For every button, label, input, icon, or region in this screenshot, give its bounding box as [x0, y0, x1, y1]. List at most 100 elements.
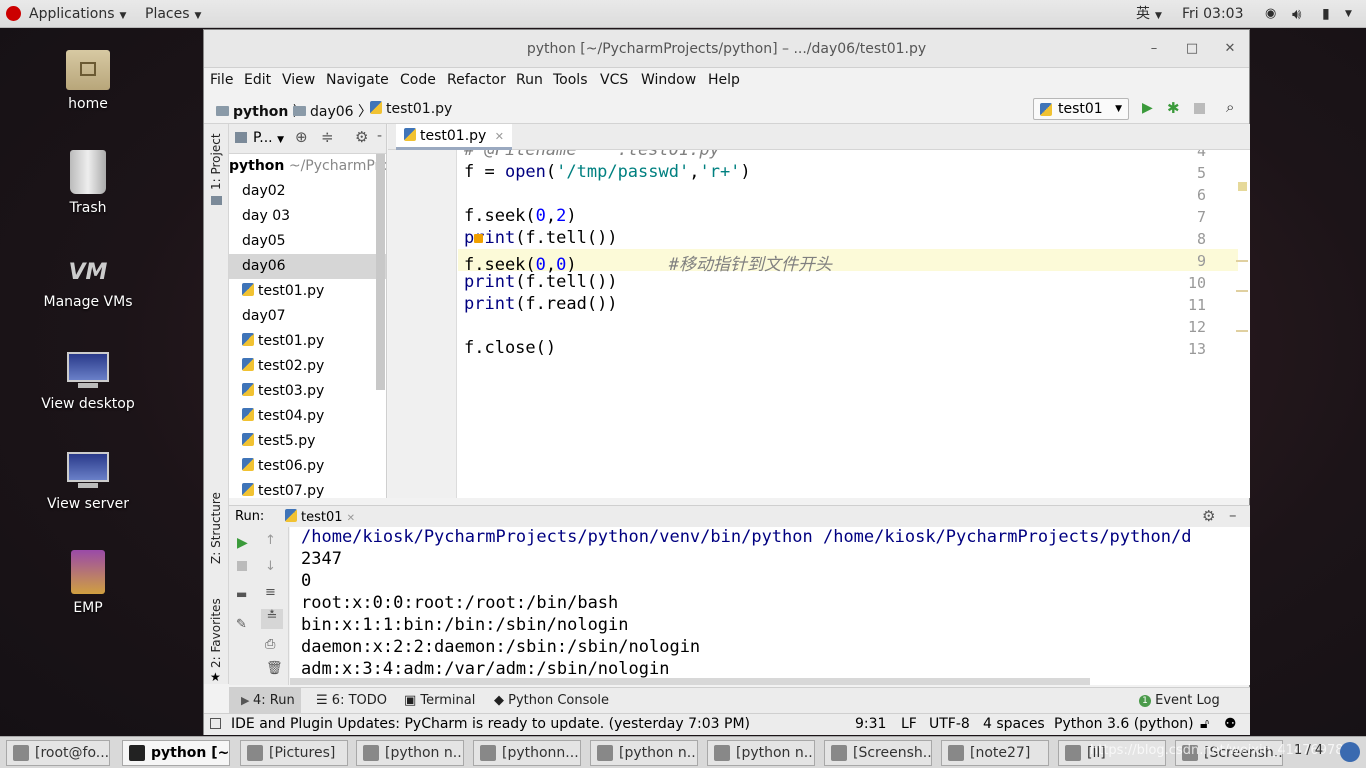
breadcrumb-day06[interactable]: day06 〉: [293, 101, 372, 121]
collapse-all-icon[interactable]: ≑: [321, 128, 334, 146]
gear-icon[interactable]: ⚙: [1202, 507, 1215, 525]
workspace-indicator[interactable]: 1 / 4: [1294, 743, 1323, 758]
taskbar-item[interactable]: [note27]: [941, 740, 1049, 766]
tool-tab-terminal[interactable]: ▣ Terminal: [404, 693, 475, 708]
desktop-icon-view-server[interactable]: View server: [0, 452, 176, 512]
tree-file[interactable]: test06.py: [242, 454, 324, 479]
code-editor[interactable]: 4 5 6 7 8 9 10 11 12 13 # @Filename :tes…: [388, 150, 1250, 498]
tree-root[interactable]: python ~/PycharmProjec: [229, 154, 386, 179]
battery-icon[interactable]: ▮: [1322, 0, 1330, 28]
editor-tab-active[interactable]: test01.py ✕: [396, 124, 512, 150]
lock-icon[interactable]: 🔓︎: [1200, 716, 1209, 732]
line-separator[interactable]: LF: [901, 716, 917, 732]
taskbar-item[interactable]: [pythonn...: [473, 740, 581, 766]
pin-icon[interactable]: ✎: [236, 617, 247, 632]
tree-folder[interactable]: day02: [229, 179, 386, 204]
project-scrollbar[interactable]: [376, 154, 385, 390]
tool-tab-structure[interactable]: Z: Structure: [209, 492, 223, 564]
console-scrollbar[interactable]: [290, 678, 1090, 685]
window-titlebar[interactable]: python [~/PycharmProjects/python] – .../…: [204, 30, 1249, 68]
project-view-select[interactable]: P... ▼: [253, 130, 284, 146]
hide-panel-icon[interactable]: –: [1229, 506, 1237, 524]
taskbar-item[interactable]: [Screensh...: [824, 740, 932, 766]
tree-file[interactable]: test5.py: [242, 429, 315, 454]
tool-tab-todo[interactable]: ☰ 6: TODO: [316, 693, 387, 708]
arrow-down-icon[interactable]: ↓: [265, 559, 276, 574]
soft-wrap-icon[interactable]: ≡: [265, 585, 276, 600]
desktop-icon-view-desktop[interactable]: View desktop: [0, 352, 176, 412]
trash-icon[interactable]: 🗑︎: [266, 661, 283, 676]
menu-view[interactable]: View: [282, 72, 315, 88]
taskbar-item[interactable]: [python n...: [707, 740, 815, 766]
close-tab-icon[interactable]: ✕: [347, 513, 355, 524]
intention-bulb-icon[interactable]: [474, 234, 483, 243]
tree-file[interactable]: test07.py: [242, 479, 324, 498]
clock[interactable]: Fri 03:03: [1182, 0, 1243, 28]
layout-icon[interactable]: ▬: [236, 587, 247, 601]
taskbar-item[interactable]: [python n...: [356, 740, 464, 766]
input-method-menu[interactable]: 英 ▼: [1136, 0, 1162, 28]
menu-run[interactable]: Run: [516, 72, 543, 88]
tool-tab-favorites[interactable]: 2: Favorites: [209, 598, 223, 668]
menu-file[interactable]: File: [210, 72, 233, 88]
close-tab-icon[interactable]: ✕: [495, 130, 504, 143]
menu-help[interactable]: Help: [708, 72, 740, 88]
breadcrumb-file[interactable]: test01.py: [370, 101, 452, 117]
tool-tab-event-log[interactable]: 1 Event Log: [1139, 693, 1220, 708]
toggle-tool-windows-icon[interactable]: [210, 718, 221, 729]
applications-menu[interactable]: Applications ▼: [29, 0, 126, 28]
taskbar-item-active[interactable]: python [~...: [122, 740, 230, 766]
run-icon[interactable]: ▶: [1142, 100, 1153, 116]
file-encoding[interactable]: UTF-8: [929, 716, 970, 732]
tool-tab-run[interactable]: ▶ 4: Run: [229, 688, 301, 714]
tree-folder[interactable]: day05: [229, 229, 386, 254]
scroll-to-end-icon[interactable]: ≛: [261, 609, 283, 629]
taskbar-item[interactable]: [Pictures]: [240, 740, 348, 766]
gear-icon[interactable]: ⚙: [355, 128, 368, 146]
tree-file[interactable]: test02.py: [242, 354, 324, 379]
taskbar-item[interactable]: [root@fo...: [6, 740, 110, 766]
indent-setting[interactable]: 4 spaces: [983, 716, 1045, 732]
menu-tools[interactable]: Tools: [553, 72, 588, 88]
menu-edit[interactable]: Edit: [244, 72, 271, 88]
menu-window[interactable]: Window: [641, 72, 696, 88]
tree-file[interactable]: test01.py: [242, 279, 324, 304]
tool-tab-project[interactable]: 1: Project: [209, 133, 223, 190]
stop-icon[interactable]: [237, 561, 247, 571]
tree-folder[interactable]: day07: [229, 304, 386, 329]
rerun-icon[interactable]: ▶: [237, 535, 248, 551]
desktop-icon-manage-vms[interactable]: VM Manage VMs: [0, 258, 176, 310]
desktop-icon-trash[interactable]: Trash: [0, 150, 176, 216]
inspector-icon[interactable]: ⚉: [1224, 716, 1237, 732]
tree-file[interactable]: test04.py: [242, 404, 324, 429]
interpreter[interactable]: Python 3.6 (python): [1054, 716, 1194, 732]
scroll-from-source-icon[interactable]: ⊕: [295, 128, 308, 146]
tool-tab-python-console[interactable]: ◆ Python Console: [494, 693, 609, 708]
taskbar-item[interactable]: [python n...: [590, 740, 698, 766]
tree-folder-selected[interactable]: day06: [229, 254, 386, 279]
tree-file[interactable]: test03.py: [242, 379, 324, 404]
run-configuration-select[interactable]: test01 ▼: [1033, 98, 1129, 120]
tree-folder[interactable]: day 03: [229, 204, 386, 229]
maximize-button[interactable]: □: [1182, 39, 1202, 59]
arrow-up-icon[interactable]: ↑: [265, 533, 276, 548]
menu-vcs[interactable]: VCS: [600, 72, 628, 88]
menu-navigate[interactable]: Navigate: [326, 72, 389, 88]
close-button[interactable]: ✕: [1220, 39, 1240, 59]
desktop-icon-emp[interactable]: EMP: [0, 550, 176, 616]
print-icon[interactable]: ⎙: [265, 637, 275, 652]
search-icon[interactable]: ⌕: [1226, 98, 1234, 116]
debug-icon[interactable]: ✱: [1167, 99, 1180, 117]
volume-icon[interactable]: 🔊︎: [1292, 0, 1301, 28]
hide-icon[interactable]: -: [377, 128, 382, 144]
stop-icon[interactable]: [1194, 103, 1205, 114]
menu-refactor[interactable]: Refactor: [447, 72, 506, 88]
tree-file[interactable]: test01.py: [242, 329, 324, 354]
minimize-button[interactable]: –: [1144, 39, 1164, 59]
notification-icon[interactable]: [1340, 742, 1360, 762]
system-menu-chevron-down-icon[interactable]: ▼: [1345, 0, 1352, 28]
caret-position[interactable]: 9:31: [855, 716, 886, 732]
status-message[interactable]: IDE and Plugin Updates: PyCharm is ready…: [231, 716, 750, 732]
desktop-icon-home[interactable]: home: [0, 50, 176, 112]
places-menu[interactable]: Places ▼: [145, 0, 201, 28]
